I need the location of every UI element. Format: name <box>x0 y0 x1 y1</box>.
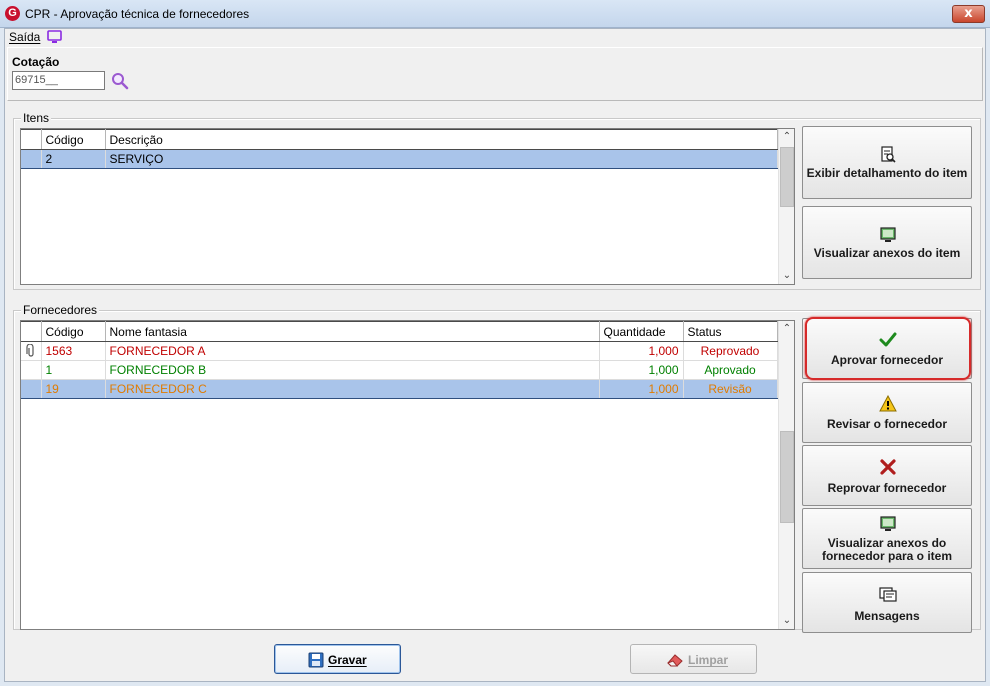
scroll-down-icon[interactable]: ⌄ <box>779 268 794 284</box>
window-title: CPR - Aprovação técnica de fornecedores <box>25 7 250 21</box>
column-header-quantidade[interactable]: Quantidade <box>599 321 684 342</box>
revisar-fornecedor-label: Revisar o fornecedor <box>826 417 948 431</box>
column-header-codigo[interactable]: Código <box>41 129 106 150</box>
scrollbar-thumb[interactable] <box>780 431 794 523</box>
cell-codigo: 1 <box>41 360 106 380</box>
cell-quantidade: 1,000 <box>599 341 684 361</box>
scroll-up-icon[interactable]: ⌃ <box>779 129 794 145</box>
scrollbar-thumb[interactable] <box>780 147 794 207</box>
cell-codigo: 1563 <box>41 341 106 361</box>
column-header-descricao[interactable]: Descrição <box>105 129 778 150</box>
visualizar-anexos-fornecedor-button[interactable]: Visualizar anexos do fornecedor para o i… <box>802 508 972 569</box>
table-row[interactable]: 1563 FORNECEDOR A 1,000 Reprovado <box>21 341 778 361</box>
itens-grid[interactable]: Código Descrição 2 SERVIÇO ⌃ ⌄ <box>20 128 795 285</box>
itens-scrollbar[interactable]: ⌃ ⌄ <box>778 129 794 284</box>
close-button[interactable]: x <box>952 5 985 23</box>
visualizar-anexos-item-button[interactable]: Visualizar anexos do item <box>802 206 972 279</box>
column-header-nome-fantasia[interactable]: Nome fantasia <box>105 321 600 342</box>
save-icon <box>308 652 324 668</box>
visualizar-anexos-fornecedor-label-line2: fornecedor para o item <box>821 549 953 563</box>
cell-codigo: 19 <box>41 379 106 399</box>
scroll-up-icon[interactable]: ⌃ <box>779 321 794 337</box>
limpar-button[interactable]: Limpar <box>630 644 757 674</box>
mensagens-label: Mensagens <box>854 609 920 623</box>
menu-bar: Saída <box>5 29 985 47</box>
cell-nome: FORNECEDOR B <box>105 360 600 380</box>
document-search-icon <box>881 146 896 163</box>
table-row[interactable]: 2 SERVIÇO <box>21 149 778 169</box>
highlight-frame <box>805 317 971 380</box>
cell-nome: FORNECEDOR A <box>105 341 600 361</box>
cell-codigo: 2 <box>41 149 106 169</box>
title-bar: G CPR - Aprovação técnica de fornecedore… <box>0 0 990 28</box>
cell-quantidade: 1,000 <box>599 379 684 399</box>
limpar-label: Limpar <box>688 653 729 667</box>
revisar-fornecedor-button[interactable]: Revisar o fornecedor <box>802 382 972 443</box>
exibir-detalhamento-label: Exibir detalhamento do item <box>806 166 968 180</box>
table-row[interactable]: 19 FORNECEDOR C 1,000 Revisão <box>21 379 778 399</box>
fornecedores-scrollbar[interactable]: ⌃ ⌄ <box>778 321 794 629</box>
reprovar-fornecedor-label: Reprovar fornecedor <box>827 481 947 495</box>
cell-status: Reprovado <box>683 341 778 361</box>
cell-descricao: SERVIÇO <box>105 149 778 169</box>
eraser-icon <box>667 654 683 667</box>
messages-icon <box>879 587 897 602</box>
fornecedores-group-title: Fornecedores <box>21 303 100 317</box>
monitor-icon[interactable] <box>47 30 62 44</box>
warning-icon <box>879 395 897 412</box>
table-row[interactable]: 1 FORNECEDOR B 1,000 Aprovado <box>21 360 778 380</box>
exibir-detalhamento-button[interactable]: Exibir detalhamento do item <box>802 126 972 199</box>
cotacao-label: Cotação <box>12 55 60 69</box>
x-mark-icon <box>880 459 896 475</box>
menu-item-saida[interactable]: Saída <box>9 30 40 44</box>
app-logo-icon: G <box>5 6 20 21</box>
cell-nome: FORNECEDOR C <box>105 379 600 399</box>
scroll-down-icon[interactable]: ⌄ <box>779 613 794 629</box>
cotacao-panel: Cotação 69715__ <box>7 47 983 101</box>
cell-status: Aprovado <box>683 360 778 380</box>
gravar-button[interactable]: Gravar <box>274 644 401 674</box>
itens-group-title: Itens <box>21 111 52 125</box>
cotacao-input[interactable]: 69715__ <box>12 71 105 90</box>
fornecedores-grid[interactable]: Código Nome fantasia Quantidade Status 1… <box>20 320 795 630</box>
search-icon[interactable] <box>111 72 129 90</box>
reprovar-fornecedor-button[interactable]: Reprovar fornecedor <box>802 445 972 506</box>
visualizar-anexos-item-label: Visualizar anexos do item <box>813 246 961 260</box>
monitor-attachment-icon <box>880 516 896 531</box>
mensagens-button[interactable]: Mensagens <box>802 572 972 633</box>
cell-quantidade: 1,000 <box>599 360 684 380</box>
cell-status: Revisão <box>683 379 778 399</box>
column-header-status[interactable]: Status <box>683 321 778 342</box>
main-window: Saída Cotação 69715__ Itens Código Descr… <box>4 28 986 682</box>
gravar-label: Gravar <box>328 653 367 667</box>
monitor-attachment-icon <box>880 227 896 242</box>
paperclip-icon <box>26 343 34 357</box>
column-header-codigo[interactable]: Código <box>41 321 106 342</box>
